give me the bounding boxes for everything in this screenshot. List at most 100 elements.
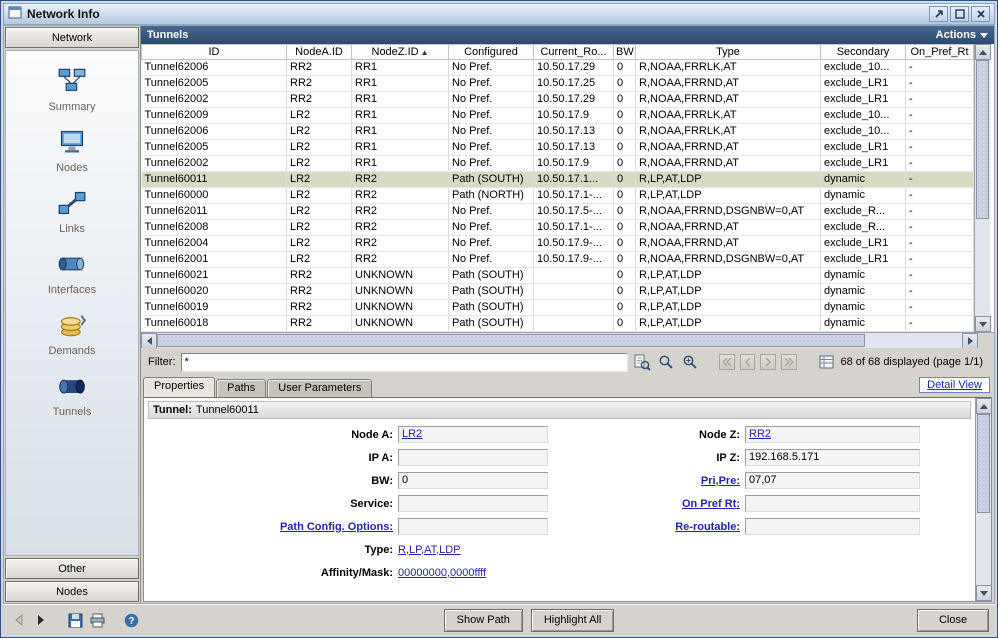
show-path-button[interactable]: Show Path [444, 609, 523, 632]
filter-input[interactable] [181, 353, 629, 372]
horizontal-scroll-thumb[interactable] [157, 334, 865, 347]
last-page-button[interactable] [781, 354, 797, 370]
table-cell: exclude_LR1 [821, 140, 906, 156]
forward-icon[interactable] [31, 610, 50, 630]
restore-button[interactable] [929, 6, 948, 22]
bw-field[interactable]: 0 [398, 472, 548, 489]
column-header-type[interactable]: Type [636, 45, 821, 60]
table-cell: RR1 [352, 124, 449, 140]
sidebar-item-summary[interactable]: Summary [17, 67, 127, 113]
re-routable-label-link[interactable]: Re-routable: [548, 521, 745, 533]
properties-panel: Tunnel: Tunnel60011 Node A: LR2 Node Z: … [143, 397, 992, 602]
vertical-scroll-thumb[interactable] [977, 414, 990, 513]
table-horizontal-scrollbar[interactable] [141, 332, 978, 348]
tab-paths[interactable]: Paths [216, 379, 266, 397]
scroll-left-button[interactable] [141, 333, 157, 349]
sidebar-tab-other[interactable]: Other [5, 558, 139, 579]
scroll-up-button[interactable] [976, 398, 992, 414]
column-header-secondary[interactable]: Secondary [821, 45, 906, 60]
sidebar-tab-nodes[interactable]: Nodes [5, 581, 139, 602]
save-icon[interactable] [66, 610, 85, 630]
table-row[interactable]: Tunnel62006RR2RR1No Pref.10.50.17.290R,N… [142, 60, 974, 76]
node-z-field[interactable]: RR2 [745, 426, 920, 443]
tab-user-parameters[interactable]: User Parameters [267, 379, 372, 397]
sidebar-item-nodes[interactable]: Nodes [17, 128, 127, 174]
table-row[interactable]: Tunnel60011LR2RR2Path (SOUTH)10.50.17.1.… [142, 172, 974, 188]
table-row[interactable]: Tunnel62005RR2RR1No Pref.10.50.17.250R,N… [142, 76, 974, 92]
column-header-current-route[interactable]: Current_Ro... [534, 45, 614, 60]
table-row[interactable]: Tunnel60000LR2RR2Path (NORTH)10.50.17.1-… [142, 188, 974, 204]
ip-z-field[interactable]: 192.168.5.171 [745, 449, 920, 466]
table-row[interactable]: Tunnel60020RR2UNKNOWNPath (SOUTH)0R,LP,A… [142, 284, 974, 300]
scroll-right-button[interactable] [962, 333, 978, 349]
table-row[interactable]: Tunnel60021RR2UNKNOWNPath (SOUTH)0R,LP,A… [142, 268, 974, 284]
column-header-nodea[interactable]: NodeA.ID [287, 45, 352, 60]
table-cell: exclude_R... [821, 220, 906, 236]
node-a-field[interactable]: LR2 [398, 426, 548, 443]
table-row[interactable]: Tunnel62002LR2RR1No Pref.10.50.17.90R,NO… [142, 156, 974, 172]
table-cell: R,NOAA,FRRND,AT [636, 220, 821, 236]
table-row[interactable]: Tunnel62004LR2RR2No Pref.10.50.17.9-...0… [142, 236, 974, 252]
table-row[interactable]: Tunnel62009LR2RR1No Pref.10.50.17.90R,NO… [142, 108, 974, 124]
path-config-options-label-link[interactable]: Path Config. Options: [148, 521, 398, 533]
sidebar-item-tunnels[interactable]: Tunnels [17, 372, 127, 418]
titlebar[interactable]: Network Info [3, 3, 995, 25]
close-window-button[interactable]: Close [917, 609, 989, 632]
table-cell: R,NOAA,FRRLK,AT [636, 60, 821, 76]
table-row[interactable]: Tunnel62008LR2RR2No Pref.10.50.17.1-...0… [142, 220, 974, 236]
panel-title: Tunnels [147, 29, 188, 41]
detail-view-button[interactable]: Detail View [919, 377, 990, 393]
on-pref-rt-label-link[interactable]: On Pref Rt: [548, 498, 745, 510]
sidebar-item-demands[interactable]: Demands [17, 311, 127, 357]
table-row[interactable]: Tunnel62002RR2RR1No Pref.10.50.17.290R,N… [142, 92, 974, 108]
network-info-window: Network Info Network Summary Nodes [0, 0, 998, 638]
column-header-configured[interactable]: Configured [449, 45, 534, 60]
pri-pre-label-link[interactable]: Pri,Pre: [548, 475, 745, 487]
properties-vertical-scrollbar[interactable] [975, 398, 991, 601]
search-icon[interactable] [657, 353, 676, 371]
service-field[interactable] [398, 495, 548, 512]
column-header-nodez[interactable]: NodeZ.ID▲ [352, 45, 449, 60]
path-config-options-field[interactable] [398, 518, 548, 535]
table-row[interactable]: Tunnel62005LR2RR1No Pref.10.50.17.130R,N… [142, 140, 974, 156]
highlight-all-button[interactable]: Highlight All [531, 609, 614, 632]
back-icon[interactable] [9, 610, 28, 630]
actions-menu-button[interactable]: Actions [936, 29, 988, 41]
sidebar-item-links[interactable]: Links [17, 189, 127, 235]
ip-a-field[interactable] [398, 449, 548, 466]
advanced-filter-icon[interactable] [633, 353, 652, 371]
scroll-down-button[interactable] [975, 316, 991, 332]
node-a-link[interactable]: LR2 [402, 428, 422, 440]
tab-properties[interactable]: Properties [143, 377, 215, 397]
type-value-link[interactable]: R,LP,AT,LDP [398, 544, 920, 556]
next-page-button[interactable] [760, 354, 776, 370]
close-button[interactable] [971, 6, 990, 22]
table-row[interactable]: Tunnel62001LR2RR2No Pref.10.50.17.9-...0… [142, 252, 974, 268]
zoom-search-icon[interactable] [680, 353, 699, 371]
table-row[interactable]: Tunnel60018RR2UNKNOWNPath (SOUTH)0R,LP,A… [142, 316, 974, 332]
sidebar-item-interfaces[interactable]: Interfaces [17, 250, 127, 296]
on-pref-rt-field[interactable] [745, 495, 920, 512]
column-header-on-pref-rt[interactable]: On_Pref_Rt [906, 45, 974, 60]
pri-pre-field[interactable]: 07,07 [745, 472, 920, 489]
table-vertical-scrollbar[interactable] [974, 44, 990, 332]
table-row[interactable]: Tunnel62006LR2RR1No Pref.10.50.17.130R,N… [142, 124, 974, 140]
scroll-up-button[interactable] [975, 44, 991, 60]
table-options-icon[interactable] [817, 353, 836, 371]
re-routable-field[interactable] [745, 518, 920, 535]
prev-page-button[interactable] [740, 354, 756, 370]
vertical-scroll-thumb[interactable] [976, 60, 989, 219]
sidebar-tab-network[interactable]: Network [5, 27, 139, 48]
node-z-link[interactable]: RR2 [749, 428, 771, 440]
first-page-button[interactable] [719, 354, 735, 370]
maximize-button[interactable] [950, 6, 969, 22]
affinity-mask-value-link[interactable]: 00000000,0000ffff [398, 567, 920, 579]
help-icon[interactable]: ? [122, 610, 141, 630]
table-cell: Tunnel62009 [142, 108, 287, 124]
table-row[interactable]: Tunnel60019RR2UNKNOWNPath (SOUTH)0R,LP,A… [142, 300, 974, 316]
column-header-bw[interactable]: BW [614, 45, 636, 60]
table-row[interactable]: Tunnel62011LR2RR2No Pref.10.50.17.5-...0… [142, 204, 974, 220]
scroll-down-button[interactable] [976, 585, 992, 601]
column-header-id[interactable]: ID [142, 45, 287, 60]
print-icon[interactable] [88, 610, 107, 630]
